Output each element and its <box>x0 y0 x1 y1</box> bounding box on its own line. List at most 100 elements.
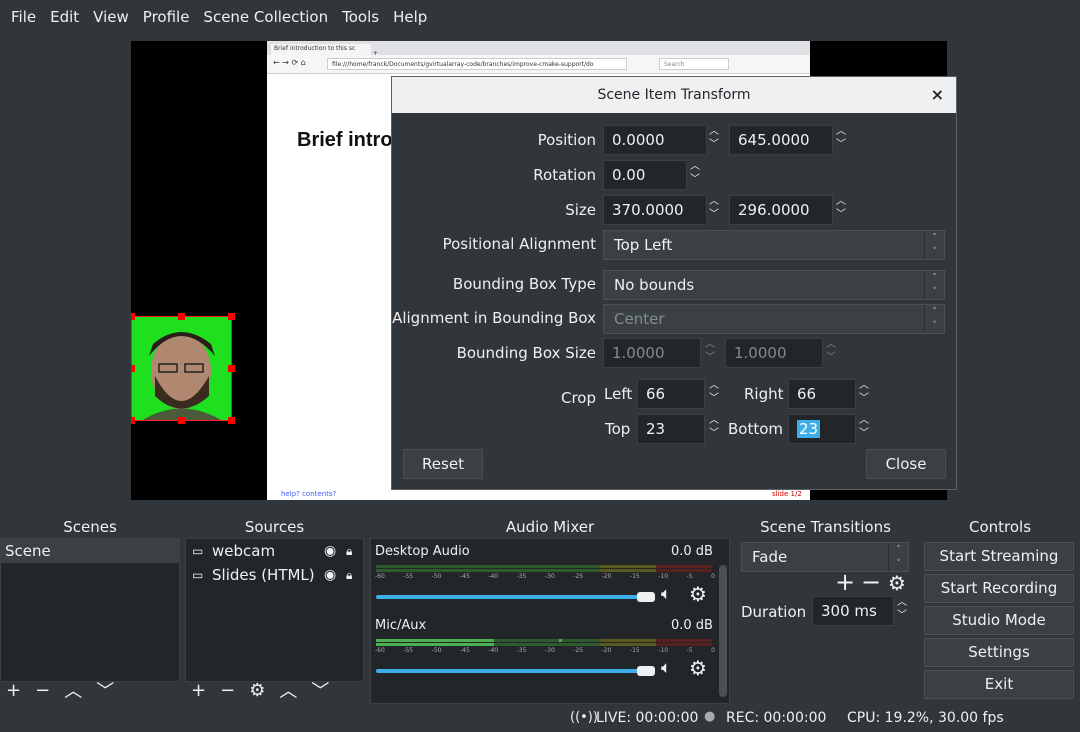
menu-tools[interactable]: Tools <box>335 8 386 26</box>
webcam-source[interactable] <box>131 313 235 424</box>
crop-right-stepper[interactable]: ︿ ﹀ <box>855 379 873 409</box>
add-icon[interactable]: + <box>6 680 21 701</box>
menu-scene-collection[interactable]: Scene Collection <box>196 8 335 26</box>
menu-profile[interactable]: Profile <box>136 8 197 26</box>
crop-right-input[interactable]: 66 <box>788 379 856 409</box>
crop-bottom-stepper[interactable]: ︿ ﹀ <box>855 414 873 444</box>
rotation-stepper[interactable]: ︿ ﹀ <box>686 160 704 190</box>
menu-view[interactable]: View <box>86 8 136 26</box>
position-x-stepper[interactable]: ︿ ﹀ <box>705 125 723 155</box>
volume-slider[interactable] <box>376 669 646 673</box>
live-timer: LIVE: 00:00:00 <box>596 710 699 726</box>
crop-top-stepper[interactable]: ︿ ﹀ <box>705 414 723 444</box>
menu-edit[interactable]: Edit <box>43 8 86 26</box>
duration-stepper[interactable]: ︿ ﹀ <box>893 596 911 626</box>
slide-heading: Brief intro <box>297 129 393 151</box>
crop-bottom-input[interactable]: 23 <box>788 414 856 444</box>
positional-alignment-select[interactable]: Top Left ˄ ˅ <box>603 230 945 260</box>
scenes-toolbar: + − ︿ ﹀ <box>0 676 180 704</box>
position-y-input[interactable]: 645.0000 <box>729 125 833 155</box>
start-recording-button[interactable]: Start Recording <box>924 574 1074 603</box>
gear-icon[interactable]: ⚙ <box>249 680 265 701</box>
speaker-icon[interactable]: 🔈︎ <box>661 584 671 604</box>
reset-button[interactable]: Reset <box>403 449 483 479</box>
window-source-icon: ▭ <box>192 544 204 558</box>
size-width-stepper[interactable]: ︿ ﹀ <box>705 195 723 225</box>
settings-button[interactable]: Settings <box>924 638 1074 667</box>
resize-handle[interactable] <box>228 417 235 424</box>
move-up-icon[interactable]: ︿ <box>64 677 82 703</box>
bbox-height-stepper[interactable]: ︿ ﹀ <box>822 338 840 368</box>
position-y-stepper[interactable]: ︿ ﹀ <box>832 125 850 155</box>
remove-icon[interactable]: − <box>220 680 235 701</box>
size-height-input[interactable]: 296.0000 <box>729 195 833 225</box>
source-item-slides[interactable]: ▭ Slides (HTML) ◉ 🔒︎ <box>186 563 363 587</box>
add-icon[interactable]: + <box>835 568 855 596</box>
mixer-scrollbar[interactable] <box>719 565 727 697</box>
channel-name: Mic/Aux <box>375 618 427 633</box>
resize-handle[interactable] <box>228 365 235 372</box>
back-icon: ← → ⟳ ⌂ <box>273 58 306 67</box>
move-up-icon[interactable]: ︿ <box>279 677 297 703</box>
volume-slider-handle[interactable] <box>637 592 655 602</box>
remove-icon[interactable]: − <box>35 680 50 701</box>
visibility-eye-icon[interactable]: ◉ <box>324 563 336 587</box>
position-x-input[interactable]: 0.0000 <box>603 125 707 155</box>
channel-name: Desktop Audio <box>375 544 470 559</box>
crop-top-label: Top <box>605 420 631 438</box>
crop-top-input[interactable]: 23 <box>637 414 705 444</box>
source-item-webcam[interactable]: ▭ webcam ◉ 🔒︎ <box>186 539 363 563</box>
rotation-input[interactable]: 0.00 <box>603 160 687 190</box>
resize-handle[interactable] <box>131 313 135 320</box>
channel-db: 0.0 dB <box>671 544 713 559</box>
controls-dock: Controls Start Streaming Start Recording… <box>920 516 1080 704</box>
speaker-icon[interactable]: 🔈︎ <box>661 658 671 678</box>
resize-handle[interactable] <box>131 365 135 372</box>
resize-handle[interactable] <box>178 313 185 320</box>
bbox-width-input[interactable]: 1.0000 <box>603 338 701 368</box>
scene-item[interactable]: Scene <box>1 539 179 563</box>
crop-left-stepper[interactable]: ︿ ﹀ <box>705 379 723 409</box>
start-streaming-button[interactable]: Start Streaming <box>924 542 1074 571</box>
remove-icon[interactable]: − <box>861 568 881 596</box>
duration-input[interactable]: 300 ms <box>812 596 894 626</box>
status-bar: ((•)) LIVE: 00:00:00 ● REC: 00:00:00 CPU… <box>0 706 1080 732</box>
gear-icon[interactable]: ⚙ <box>689 582 707 606</box>
close-button[interactable]: Close <box>866 449 946 479</box>
menu-help[interactable]: Help <box>386 8 434 26</box>
transition-select[interactable]: Fade ˄ ˅ <box>741 542 909 572</box>
close-icon[interactable]: × <box>931 77 944 113</box>
resize-handle[interactable] <box>228 313 235 320</box>
duration-label: Duration <box>741 603 807 621</box>
gear-icon[interactable]: ⚙ <box>888 571 906 595</box>
bbox-width-stepper[interactable]: ︿ ﹀ <box>701 338 719 368</box>
channel-db: 0.0 dB <box>671 618 713 633</box>
add-icon[interactable]: + <box>191 680 206 701</box>
volume-slider[interactable] <box>376 595 646 599</box>
bbox-type-select[interactable]: No bounds ˄ ˅ <box>603 270 945 300</box>
bbox-align-select[interactable]: Center ˄ ˅ <box>603 304 945 334</box>
resize-handle[interactable] <box>178 417 185 424</box>
gear-icon[interactable]: ⚙ <box>689 656 707 680</box>
sources-list: ▭ webcam ◉ 🔒︎ ▭ Slides (HTML) ◉ 🔒︎ <box>185 538 364 682</box>
lock-icon[interactable]: 🔒︎ <box>346 563 352 587</box>
dialog-title-text: Scene Item Transform <box>597 87 751 103</box>
bbox-height-input[interactable]: 1.0000 <box>725 338 823 368</box>
lock-icon[interactable]: 🔒︎ <box>346 539 352 563</box>
size-width-input[interactable]: 370.0000 <box>603 195 707 225</box>
position-label: Position <box>537 131 596 149</box>
move-down-icon[interactable]: ﹀ <box>96 677 114 703</box>
exit-button[interactable]: Exit <box>924 670 1074 699</box>
resize-handle[interactable] <box>131 417 135 424</box>
studio-mode-button[interactable]: Studio Mode <box>924 606 1074 635</box>
visibility-eye-icon[interactable]: ◉ <box>324 539 336 563</box>
size-height-stepper[interactable]: ︿ ﹀ <box>832 195 850 225</box>
menu-file[interactable]: File <box>4 8 43 26</box>
source-label: webcam <box>212 542 276 560</box>
crop-left-input[interactable]: 66 <box>637 379 705 409</box>
browser-tabbar: Brief introduction to this sc + <box>267 41 810 57</box>
move-down-icon[interactable]: ﹀ <box>311 677 329 703</box>
volume-slider-handle[interactable] <box>637 666 655 676</box>
browser-tab: Brief introduction to this sc <box>271 44 371 55</box>
crop-bottom-label: Bottom <box>728 420 784 438</box>
